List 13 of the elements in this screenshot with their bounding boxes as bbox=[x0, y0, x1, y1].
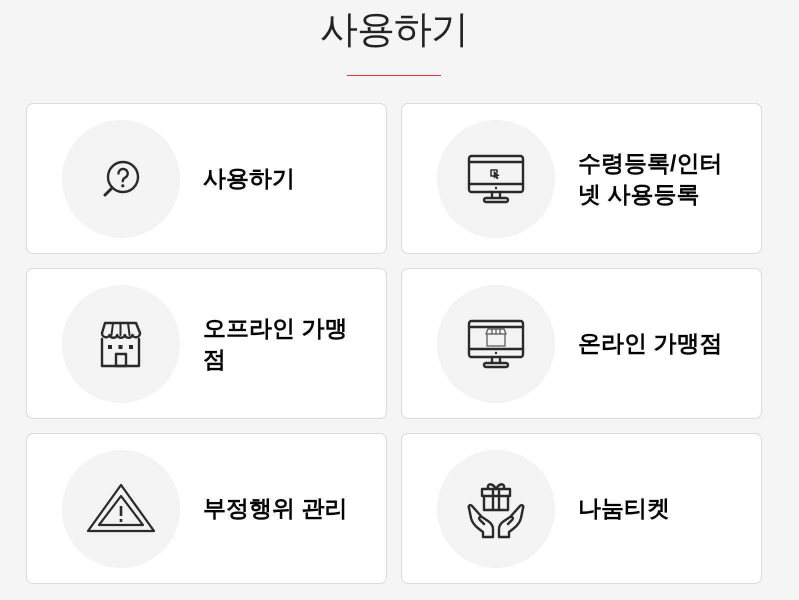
page-title: 사용하기 bbox=[319, 8, 469, 53]
gift-hands-icon bbox=[437, 450, 555, 568]
monitor-store-icon bbox=[437, 284, 555, 402]
menu-card[interactable]: 오프라인 가맹점 bbox=[26, 268, 387, 419]
warning-icon bbox=[62, 450, 180, 568]
storefront-icon bbox=[62, 284, 180, 402]
menu-card[interactable]: 사용하기 bbox=[26, 103, 387, 254]
monitor-icon bbox=[437, 120, 555, 238]
menu-card[interactable]: 수령등록/인터넷 사용등록 bbox=[401, 103, 762, 254]
menu-card[interactable]: 온라인 가맹점 bbox=[401, 268, 762, 419]
question-search-icon bbox=[62, 120, 180, 238]
menu-card[interactable]: 부정행위 관리 bbox=[26, 433, 387, 584]
menu-card[interactable]: 나눔티켓 bbox=[401, 433, 762, 584]
